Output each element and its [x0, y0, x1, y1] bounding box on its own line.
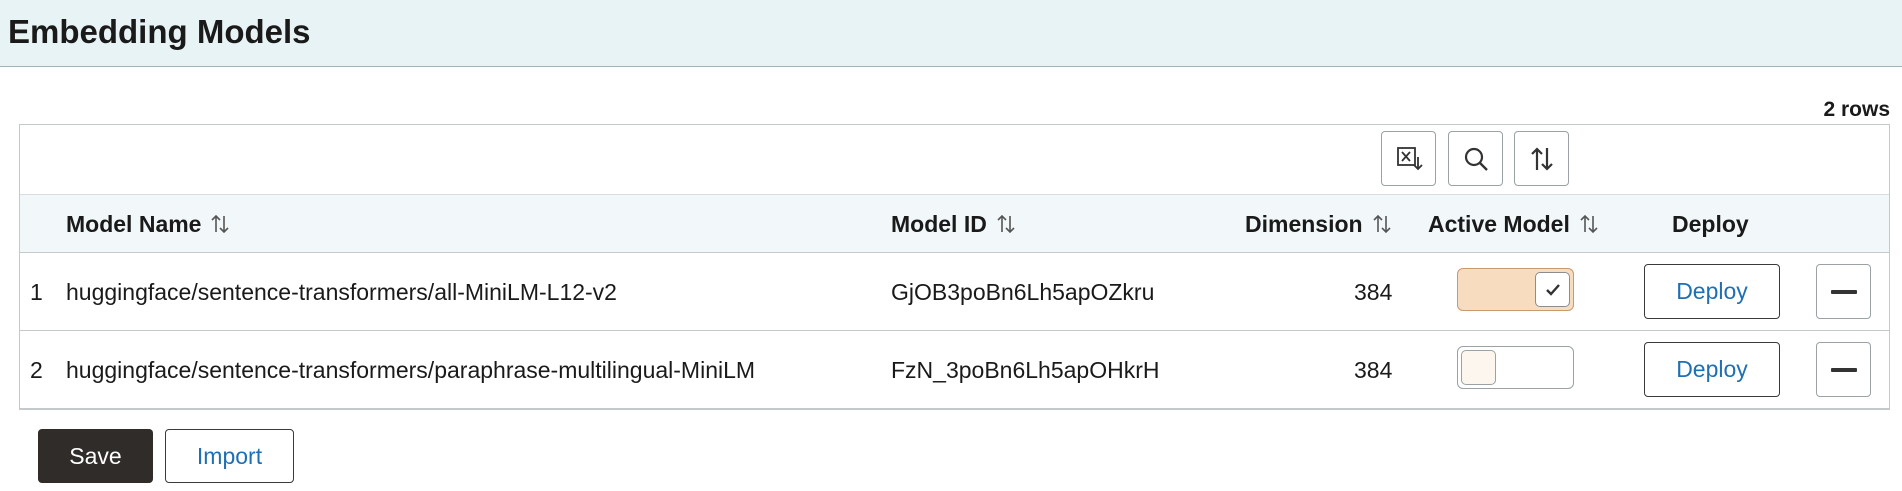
page-header: Embedding Models	[0, 0, 1902, 67]
model-id-cell: GjOB3poBn6Lh5apOZkru	[891, 278, 1155, 305]
sort-arrows-icon	[997, 214, 1015, 234]
embedding-models-grid: Model Name Model ID Dimension Active Mod…	[19, 124, 1890, 410]
sort-arrows-icon	[211, 214, 230, 234]
sort-button[interactable]	[1514, 131, 1569, 186]
sort-arrows-icon	[1373, 214, 1391, 234]
column-header-active-model[interactable]: Active Model	[1428, 195, 1600, 253]
model-name-cell: huggingface/sentence-transformers/paraph…	[66, 356, 756, 383]
search-icon	[1464, 147, 1488, 171]
remove-row-button[interactable]	[1816, 342, 1871, 397]
active-model-toggle[interactable]	[1457, 346, 1574, 389]
model-name-cell: huggingface/sentence-transformers/all-Mi…	[66, 278, 617, 305]
deploy-button[interactable]: Deploy	[1644, 264, 1780, 319]
dimension-cell: 384	[1354, 356, 1393, 383]
dimension-cell: 384	[1354, 278, 1393, 305]
search-button[interactable]	[1448, 131, 1503, 186]
active-model-toggle[interactable]	[1457, 268, 1574, 311]
column-header-deploy: Deploy	[1672, 210, 1749, 237]
deploy-button[interactable]: Deploy	[1644, 342, 1780, 397]
grid-toolbar	[20, 125, 1889, 195]
sort-arrows-icon	[1580, 214, 1598, 234]
page-title: Embedding Models	[8, 13, 311, 50]
minus-icon	[1830, 367, 1857, 372]
row-number: 2	[30, 356, 43, 383]
toggle-knob	[1461, 350, 1496, 385]
row-count: 2 rows	[1823, 98, 1890, 121]
sort-icon	[1530, 146, 1553, 171]
export-button[interactable]	[1381, 131, 1436, 186]
column-header-model-id[interactable]: Model ID	[891, 195, 1017, 253]
minus-icon	[1830, 289, 1857, 294]
table-row: 1 huggingface/sentence-transformers/all-…	[20, 253, 1889, 331]
save-button[interactable]: Save	[38, 429, 153, 483]
remove-row-button[interactable]	[1816, 264, 1871, 319]
table-row: 2 huggingface/sentence-transformers/para…	[20, 331, 1889, 409]
toggle-knob	[1535, 272, 1570, 307]
import-button[interactable]: Import	[165, 429, 294, 483]
row-number: 1	[30, 278, 43, 305]
excel-export-icon	[1396, 146, 1423, 170]
grid-header-row: Model Name Model ID Dimension Active Mod…	[20, 195, 1889, 253]
model-id-cell: FzN_3poBn6Lh5apOHkrH	[891, 356, 1160, 383]
column-header-model-name[interactable]: Model Name	[66, 195, 231, 253]
checkmark-icon	[1545, 283, 1560, 296]
column-header-dimension[interactable]: Dimension	[1245, 195, 1393, 253]
